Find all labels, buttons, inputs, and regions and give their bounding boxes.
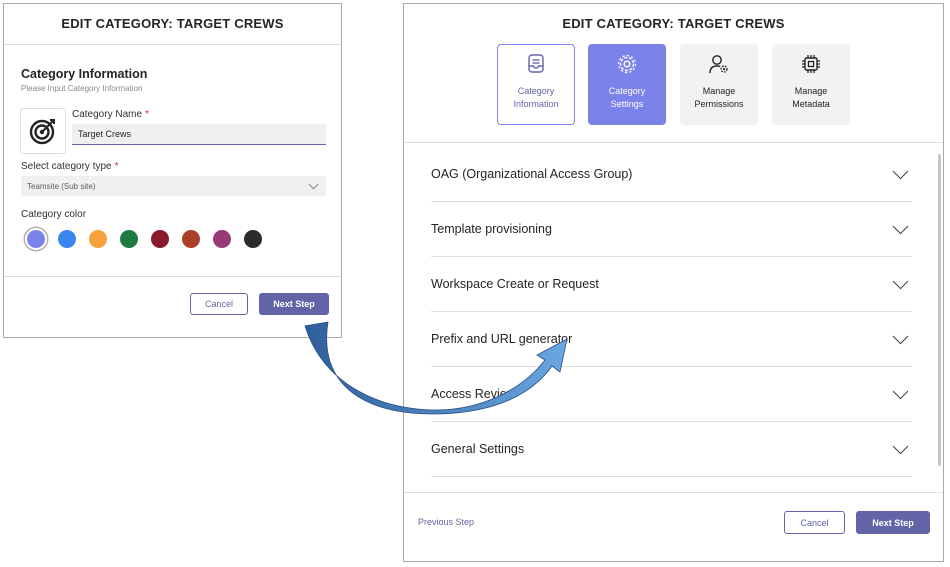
category-icon-picker[interactable]	[20, 108, 66, 154]
inbox-icon	[528, 54, 544, 73]
section-workspace-create[interactable]: Workspace Create or Request	[431, 257, 912, 312]
section-prefix-url[interactable]: Prefix and URL generator	[431, 312, 912, 367]
tab-manage-metadata[interactable]: Manage Metadata	[772, 44, 850, 125]
chevron-down-icon	[308, 179, 319, 189]
section-label: OAG (Organizational Access Group)	[431, 167, 633, 181]
edit-category-dialog-step2: EDIT CATEGORY: TARGET CREWS Category Inf…	[403, 3, 944, 562]
category-color-label: Category color	[21, 209, 87, 220]
color-swatch-3[interactable]	[89, 230, 107, 248]
color-swatch-5[interactable]	[151, 230, 169, 248]
tab-category-settings[interactable]: Category Settings	[588, 44, 666, 125]
divider	[4, 276, 341, 277]
section-template-provisioning[interactable]: Template provisioning	[431, 202, 912, 257]
category-type-label-text: Select category type	[21, 161, 112, 172]
divider	[4, 44, 341, 45]
tab-manage-permissions[interactable]: Manage Permissions	[680, 44, 758, 125]
color-swatch-1[interactable]	[27, 230, 45, 248]
divider	[404, 492, 943, 493]
target-icon	[29, 119, 55, 145]
color-swatch-4[interactable]	[120, 230, 138, 248]
section-label: Workspace Create or Request	[431, 277, 599, 291]
section-general-settings[interactable]: General Settings	[431, 422, 912, 477]
section-title: Category Information	[21, 67, 148, 81]
category-name-label-text: Category Name	[72, 109, 143, 120]
color-swatches	[27, 230, 262, 248]
edit-category-dialog-step1: EDIT CATEGORY: TARGET CREWS Category Inf…	[3, 3, 342, 338]
category-name-input[interactable]	[72, 124, 326, 145]
color-swatch-7[interactable]	[213, 230, 231, 248]
tab-label: Manage Permissions	[694, 86, 744, 109]
chevron-down-icon	[892, 218, 909, 234]
scrollbar[interactable]	[938, 154, 941, 466]
section-label: Template provisioning	[431, 222, 552, 236]
section-label: General Settings	[431, 442, 525, 456]
tab-label: Category Settings	[608, 86, 646, 109]
next-step-button[interactable]: Next Step	[856, 511, 930, 534]
category-type-label: Select category type *	[21, 161, 119, 172]
chevron-down-icon	[892, 273, 909, 289]
dialog-title: EDIT CATEGORY: TARGET CREWS	[562, 16, 785, 31]
dialog-title: EDIT CATEGORY: TARGET CREWS	[61, 16, 284, 31]
chip-icon	[802, 55, 820, 73]
chevron-down-icon	[892, 438, 909, 454]
section-access-review[interactable]: Access Review	[431, 367, 912, 422]
category-name-label: Category Name *	[72, 109, 149, 120]
chevron-down-icon	[892, 163, 909, 179]
section-label: Prefix and URL generator	[431, 332, 573, 346]
required-mark: *	[145, 109, 149, 120]
gear-icon	[617, 54, 637, 74]
color-swatch-8[interactable]	[244, 230, 262, 248]
tab-label: Category Information	[513, 86, 559, 109]
section-label: Access Review	[431, 387, 516, 401]
color-swatch-6[interactable]	[182, 230, 200, 248]
color-swatch-2[interactable]	[58, 230, 76, 248]
cancel-button[interactable]: Cancel	[190, 293, 248, 315]
cancel-button[interactable]: Cancel	[784, 511, 845, 534]
chevron-down-icon	[892, 383, 909, 399]
chevron-down-icon	[892, 328, 909, 344]
section-oag[interactable]: OAG (Organizational Access Group)	[431, 147, 912, 202]
section-subtitle: Please Input Category Information	[21, 84, 143, 93]
category-type-select[interactable]: Teamsite (Sub site)	[21, 176, 326, 196]
category-type-value: Teamsite (Sub site)	[27, 181, 96, 191]
divider	[404, 142, 943, 143]
required-mark: *	[114, 161, 119, 172]
previous-step-link[interactable]: Previous Step	[418, 517, 474, 527]
user-gear-icon	[709, 55, 728, 74]
tab-category-information[interactable]: Category Information	[497, 44, 575, 125]
next-step-button[interactable]: Next Step	[259, 293, 329, 315]
tab-label: Manage Metadata	[792, 86, 830, 109]
